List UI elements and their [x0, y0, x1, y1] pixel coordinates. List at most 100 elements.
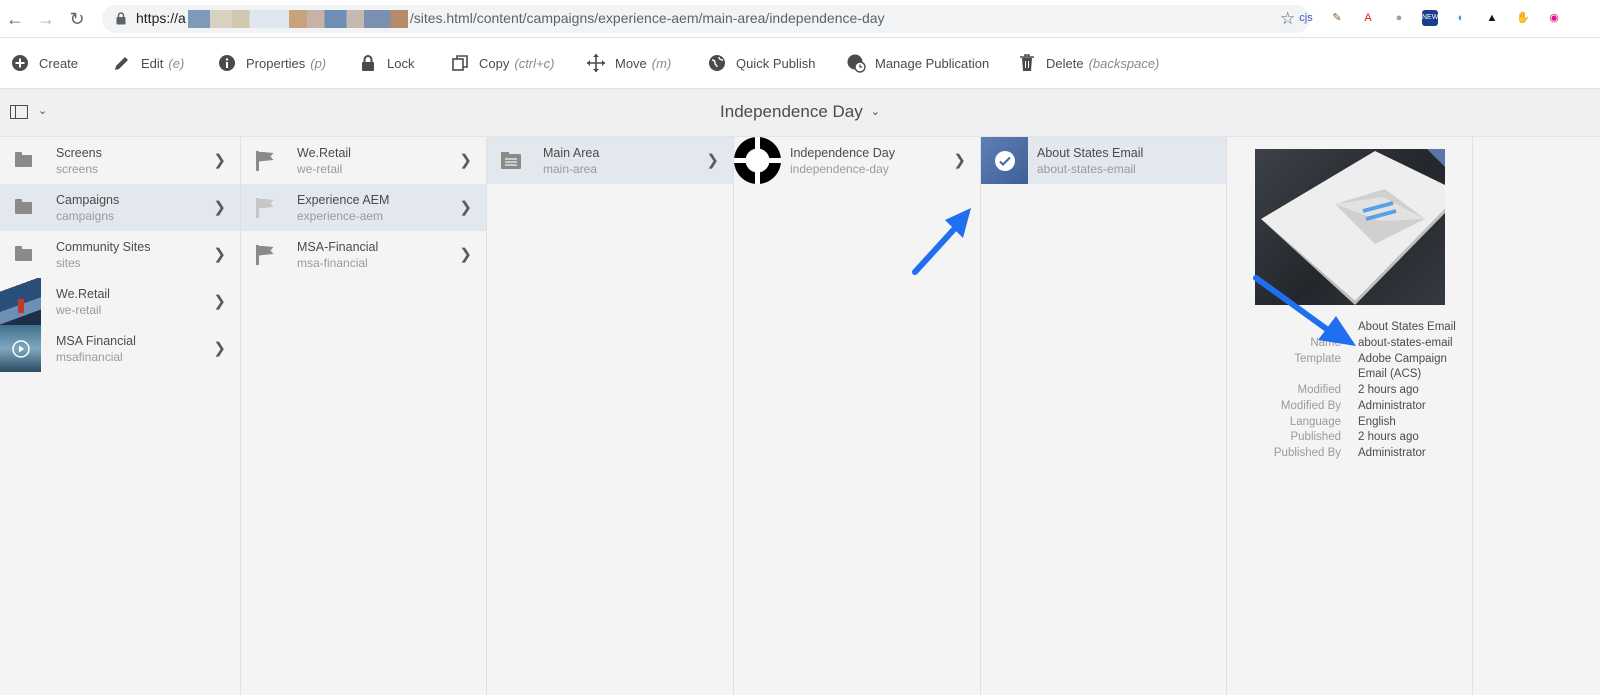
globe-clock-icon	[846, 53, 866, 73]
spy-extension-icon[interactable]: ▲	[1484, 10, 1500, 26]
address-bar[interactable]: https://a/sites.html/content/campaigns/e…	[102, 5, 1310, 33]
news-extension-icon[interactable]: NEW	[1422, 10, 1438, 26]
quick-publish-label: Quick Publish	[736, 55, 816, 71]
pdf-extension-icon[interactable]: A	[1360, 10, 1376, 26]
item-subtitle: msa-financial	[297, 256, 368, 270]
list-item[interactable]: MSA-Financial msa-financial ❯	[241, 231, 486, 278]
globe-extension-icon[interactable]: ◐	[1453, 10, 1469, 26]
metadata-key: Modified	[1297, 384, 1341, 397]
cjs-extension-icon[interactable]: cjs	[1298, 10, 1314, 26]
create-label: Create	[39, 55, 79, 71]
edit-button[interactable]: Edit (e)	[112, 38, 184, 88]
item-title: Main Area	[543, 146, 600, 160]
folder-icon	[0, 137, 47, 184]
chevron-right-icon[interactable]: ❯	[213, 245, 226, 263]
item-title: We.Retail	[56, 287, 110, 301]
metadata-value: Adobe Campaign	[1358, 352, 1447, 365]
reload-icon[interactable]: ↻	[66, 8, 88, 30]
move-button[interactable]: Move (m)	[586, 38, 671, 88]
msa-financial-thumbnail	[0, 325, 41, 372]
move-arrows-icon	[586, 53, 606, 73]
copy-button[interactable]: Copy (ctrl+c)	[450, 38, 554, 88]
item-subtitle: sites	[56, 256, 81, 270]
metadata-key: Language	[1289, 415, 1341, 428]
metadata-value: Email (ACS)	[1358, 368, 1422, 381]
stop-extension-icon[interactable]: ✋	[1515, 10, 1531, 26]
lock-button[interactable]: Lock	[358, 38, 414, 88]
title-bar: ⌄ Independence Day ⌄	[0, 89, 1600, 137]
item-title: We.Retail	[297, 146, 351, 160]
create-button[interactable]: Create	[10, 38, 78, 88]
properties-label: Properties	[246, 55, 306, 71]
page-title[interactable]: Independence Day ⌄	[0, 102, 1600, 122]
list-item[interactable]: MSA Financial msafinancial ❯	[0, 325, 240, 372]
metadata-key: Published	[1290, 431, 1341, 444]
delete-label: Delete	[1046, 55, 1084, 71]
pencil-icon	[112, 53, 132, 73]
chevron-right-icon[interactable]: ❯	[953, 151, 966, 169]
back-arrow-icon[interactable]: ←	[4, 8, 26, 30]
list-item[interactable]: About States Email about-states-email	[981, 137, 1226, 184]
flag-icon	[241, 231, 288, 278]
title-chevron-down-icon: ⌄	[870, 106, 880, 118]
column-campaigns: We.Retail we-retail ❯ Experience AEM exp…	[241, 137, 487, 695]
forward-arrow-icon[interactable]: →	[35, 8, 57, 30]
properties-button[interactable]: Properties (p)	[217, 38, 326, 88]
trash-icon	[1017, 53, 1037, 73]
item-subtitle: main-area	[543, 162, 598, 176]
item-subtitle: msafinancial	[56, 350, 123, 364]
metadata-value: English	[1358, 415, 1396, 428]
chevron-right-icon[interactable]: ❯	[459, 151, 472, 169]
item-title: MSA Financial	[56, 334, 136, 348]
list-item[interactable]: Community Sites sites ❯	[0, 231, 240, 278]
quick-publish-button[interactable]: Quick Publish	[707, 38, 815, 88]
browser-bar: ← → ↻ https://a/sites.html/content/campa…	[0, 0, 1600, 38]
add-circle-icon	[10, 53, 30, 73]
target-icon	[734, 137, 781, 184]
chevron-right-icon[interactable]: ❯	[459, 198, 472, 216]
chevron-right-icon[interactable]: ❯	[213, 292, 226, 310]
chevron-right-icon[interactable]: ❯	[213, 198, 226, 216]
bookmark-star-icon[interactable]: ☆	[1280, 9, 1295, 29]
list-item[interactable]: Independence Day independence-day ❯	[734, 137, 980, 184]
move-hint: (m)	[651, 55, 672, 71]
item-title: Independence Day	[790, 146, 895, 160]
chevron-right-icon[interactable]: ❯	[213, 339, 226, 357]
metadata-key: Name	[1310, 337, 1341, 349]
list-item[interactable]: We.Retail we-retail ❯	[241, 137, 486, 184]
url-text[interactable]: https://a/sites.html/content/campaigns/e…	[136, 10, 885, 29]
metadata-value: about-states-email	[1358, 337, 1453, 349]
list-item[interactable]: Experience AEM experience-aem ❯	[241, 184, 486, 231]
url-path: /sites.html/content/campaigns/experience…	[409, 10, 885, 26]
list-item[interactable]: Screens screens ❯	[0, 137, 240, 184]
chevron-right-icon[interactable]: ❯	[706, 151, 719, 169]
folder-icon	[0, 231, 47, 278]
page-title-text: Independence Day	[720, 102, 863, 121]
lock-label: Lock	[387, 55, 415, 71]
manage-publication-label: Manage Publication	[875, 55, 990, 71]
list-item[interactable]: We.Retail we-retail ❯	[0, 278, 240, 325]
eye-extension-icon[interactable]: ◉	[1546, 10, 1562, 26]
list-item[interactable]: Campaigns campaigns ❯	[0, 184, 240, 231]
item-subtitle: we-retail	[297, 162, 343, 176]
list-item[interactable]: Main Area main-area ❯	[487, 137, 733, 184]
details-title: About States Email	[1358, 321, 1456, 333]
folder-icon	[0, 184, 47, 231]
item-subtitle: about-states-email	[1037, 162, 1136, 176]
delete-hint: (backspace)	[1088, 55, 1160, 71]
copy-icon	[450, 53, 470, 73]
item-title: About States Email	[1037, 146, 1144, 160]
metadata-key: Template	[1294, 352, 1341, 365]
url-prefix: https://a	[136, 10, 186, 26]
we-retail-thumbnail	[0, 278, 41, 325]
manage-publication-button[interactable]: Manage Publication	[846, 38, 989, 88]
chevron-right-icon[interactable]: ❯	[213, 151, 226, 169]
padlock-icon	[358, 53, 378, 73]
circle-extension-icon[interactable]: ●	[1391, 10, 1407, 26]
pen-extension-icon[interactable]: ✎	[1329, 10, 1345, 26]
delete-button[interactable]: Delete (backspace)	[1017, 38, 1159, 88]
item-subtitle: independence-day	[790, 162, 889, 176]
move-label: Move	[615, 55, 647, 71]
chevron-right-icon[interactable]: ❯	[459, 245, 472, 263]
redacted-host	[187, 10, 408, 29]
